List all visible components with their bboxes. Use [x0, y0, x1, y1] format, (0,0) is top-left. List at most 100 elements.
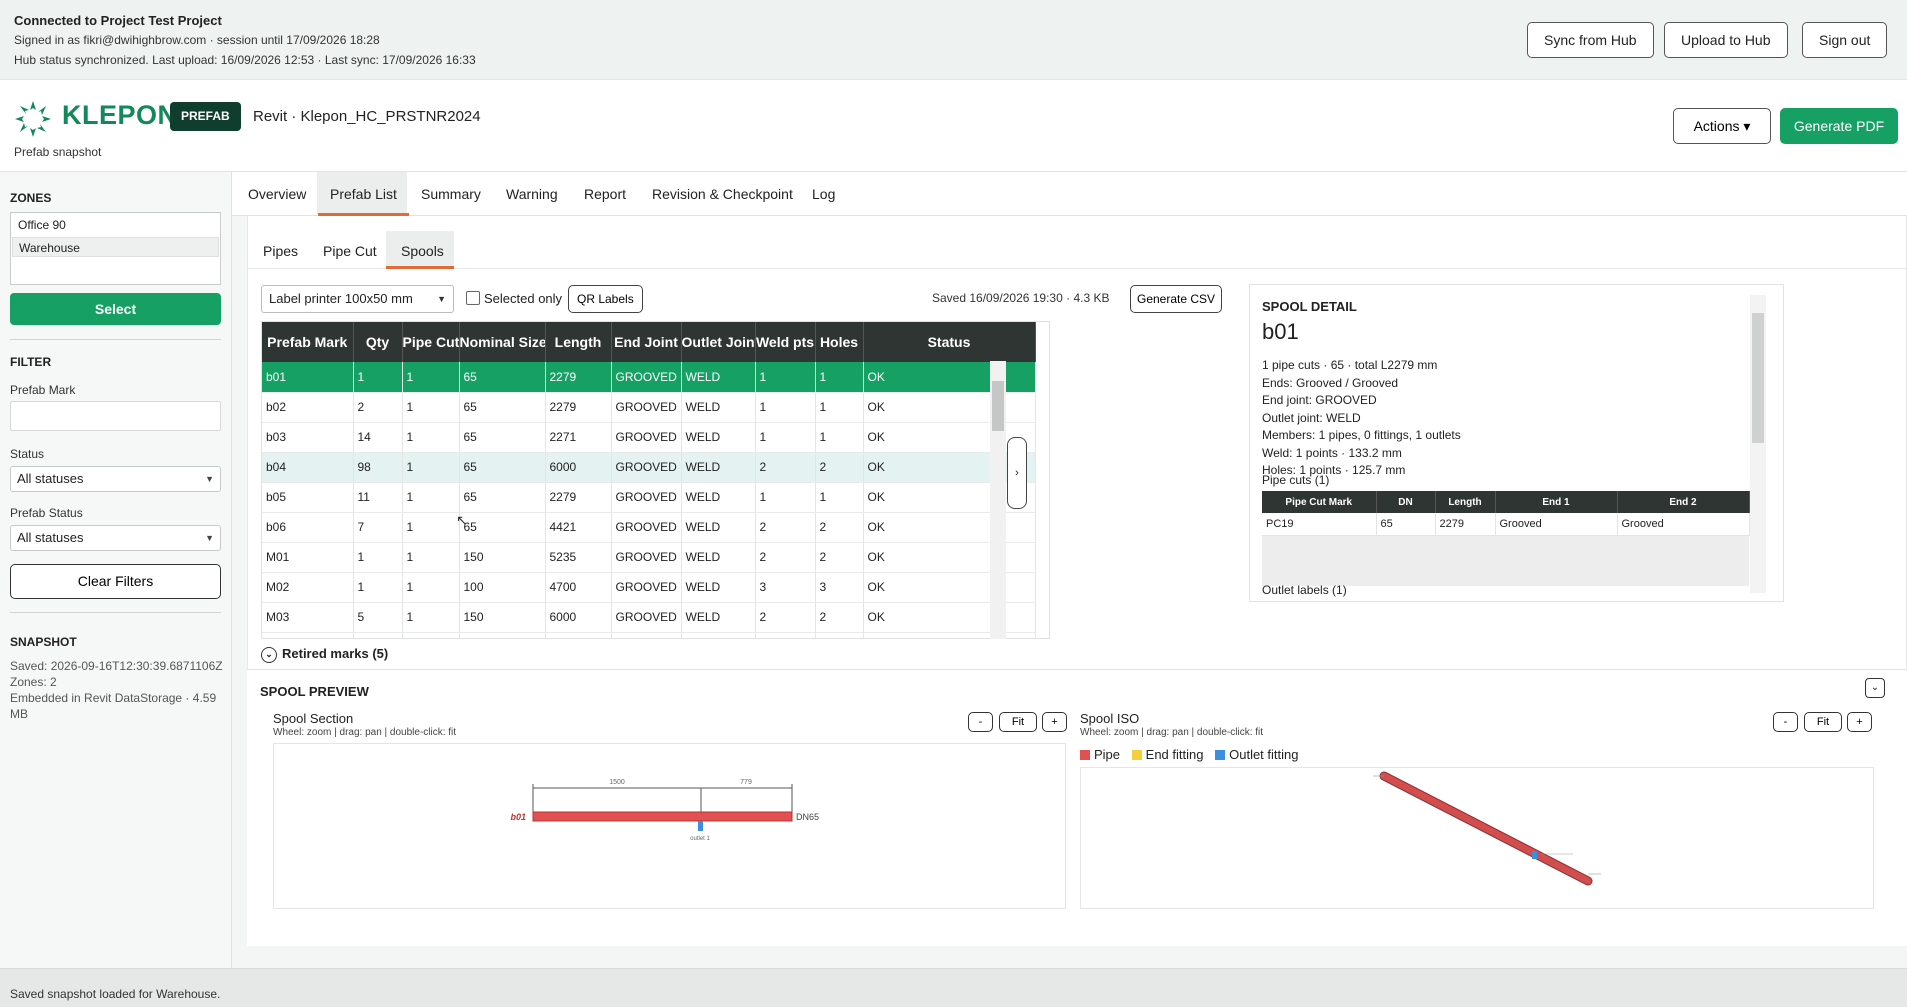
legend-swatch — [1080, 750, 1090, 760]
table-cell: 1 — [815, 362, 864, 393]
table-cell: WELD — [681, 632, 756, 638]
col-qty[interactable]: Qty — [353, 322, 403, 362]
expand-detail-button[interactable]: › — [1007, 437, 1027, 509]
prefab-status-label: Prefab Status — [10, 506, 83, 520]
iso-outlet-fitting[interactable] — [1532, 851, 1537, 859]
snapshot-heading: SNAPSHOT — [10, 635, 77, 649]
legend-item-pipe: Pipe — [1080, 747, 1120, 762]
snapshot-storage: Embedded in Revit DataStorage · 4.59 MB — [10, 691, 217, 721]
table-cell: 1 — [353, 362, 403, 393]
iso-zoom-in-button[interactable]: + — [1847, 712, 1872, 732]
section-view-hint: Wheel: zoom | drag: pan | double-click: … — [273, 727, 457, 738]
subtab-pipe-cut[interactable]: Pipe Cut — [323, 243, 377, 259]
summary-line: Weld: 1 points · 133.2 mm — [1262, 445, 1402, 460]
col-outlet-joint[interactable]: Outlet Joint — [681, 322, 756, 362]
scrollbar-thumb[interactable] — [1752, 313, 1764, 443]
table-row[interactable]: M02 1 1 100 4700 GROOVED WELD 3 3 OK — [262, 572, 1036, 603]
status-select-value: All statuses — [17, 471, 84, 486]
retired-marks-toggle[interactable]: ⌄ Retired marks (5) — [261, 646, 388, 663]
divider — [10, 339, 221, 340]
status-select[interactable]: All statuses ▼ — [10, 466, 221, 492]
zone-item[interactable]: Warehouse — [12, 237, 219, 257]
table-cell: GROOVED — [611, 542, 682, 573]
selected-only-checkbox[interactable] — [466, 291, 480, 305]
actions-button[interactable]: Actions ▾ — [1673, 108, 1771, 144]
scrollbar-thumb[interactable] — [992, 381, 1004, 431]
outlet-fitting[interactable] — [698, 821, 703, 831]
section-canvas[interactable]: 1500 779 b01 DN65 outlet 1 — [273, 743, 1066, 909]
status-message: Saved snapshot loaded for Warehouse. — [10, 987, 221, 1001]
subtab-pipes[interactable]: Pipes — [263, 243, 298, 259]
generate-pdf-button[interactable]: Generate PDF — [1780, 108, 1898, 144]
table-cell: 3 — [815, 572, 864, 603]
col-nominal-size[interactable]: Nominal Size — [459, 322, 546, 362]
tab-report[interactable]: Report — [584, 186, 626, 202]
table-row[interactable]: M03 5 1 150 6000 GROOVED WELD 2 2 OK — [262, 602, 1036, 633]
table-row[interactable]: b05 11 1 65 2279 GROOVED WELD 1 1 OK — [262, 482, 1036, 513]
table-cell: OK — [863, 392, 1036, 423]
iso-zoom-out-button[interactable]: - — [1773, 712, 1798, 732]
tab-warning[interactable]: Warning — [506, 186, 558, 202]
section-drawing[interactable]: 1500 779 b01 DN65 outlet 1 — [274, 744, 1067, 910]
section-fit-button[interactable]: Fit — [999, 712, 1037, 732]
col-length[interactable]: Length — [545, 322, 612, 362]
table-row[interactable]: b02 2 1 65 2279 GROOVED WELD 1 1 OK — [262, 392, 1036, 423]
iso-fit-button[interactable]: Fit — [1804, 712, 1842, 732]
table-cell: 2271 — [545, 422, 612, 453]
table-row[interactable]: b03 14 1 65 2271 GROOVED WELD 1 1 OK — [262, 422, 1036, 453]
iso-drawing[interactable] — [1081, 768, 1875, 910]
tab-prefab-list[interactable]: Prefab List — [318, 186, 409, 216]
clear-filters-button[interactable]: Clear Filters — [10, 564, 221, 599]
table-cell: 1 — [755, 362, 816, 393]
table-cell: b06 — [262, 512, 354, 543]
col-prefab-mark[interactable]: Prefab Mark — [262, 322, 354, 362]
tab-log[interactable]: Log — [812, 186, 835, 202]
col-end-joint[interactable]: End Joint — [611, 322, 682, 362]
generate-csv-button[interactable]: Generate CSV — [1130, 285, 1223, 313]
zone-item[interactable]: Office 90 — [12, 215, 219, 235]
sidebar: ZONES Office 90 Warehouse Select FILTER … — [0, 172, 232, 968]
table-cell: 2 — [815, 452, 864, 483]
zone-list[interactable]: Office 90 Warehouse — [10, 212, 221, 285]
table-row[interactable]: b01 1 1 65 2279 GROOVED WELD 1 1 OK — [262, 362, 1036, 393]
iso-canvas[interactable] — [1080, 767, 1874, 909]
table-cell: 1 — [815, 392, 864, 423]
prefab-status-select[interactable]: All statuses ▼ — [10, 525, 221, 551]
subtab-spools[interactable]: Spools — [401, 243, 444, 259]
brand-name: KLEPON — [62, 100, 178, 130]
prefab-mark-input[interactable] — [10, 401, 221, 431]
table-row[interactable]: b04 98 1 65 6000 GROOVED WELD 2 2 OK — [262, 452, 1036, 483]
spool-preview-title: SPOOL PREVIEW — [260, 684, 369, 699]
table-row[interactable]: M04511006000GROOVEDWELD22OK — [262, 632, 1036, 638]
section-zoom-in-button[interactable]: + — [1042, 712, 1067, 732]
detail-scrollbar[interactable] — [1750, 295, 1766, 593]
pipe-segment[interactable] — [532, 811, 793, 822]
tab-summary[interactable]: Summary — [421, 186, 481, 202]
sync-from-hub-button[interactable]: Sync from Hub — [1527, 22, 1654, 58]
table-cell: 2279 — [545, 392, 612, 423]
qr-labels-button[interactable]: QR Labels — [568, 285, 643, 313]
table-row[interactable]: b06 7 1 65 4421 GROOVED WELD 2 2 OK — [262, 512, 1036, 543]
table-cell: 1 — [402, 542, 460, 573]
upload-to-hub-button[interactable]: Upload to Hub — [1664, 22, 1788, 58]
status-bar: Connected to Project Test Project Signed… — [0, 0, 1907, 80]
section-view-title: Spool Section — [273, 711, 354, 726]
iso-pipe[interactable] — [1380, 772, 1592, 885]
tab-revision-checkpoint[interactable]: Revision & Checkpoint — [652, 186, 793, 202]
tab-overview[interactable]: Overview — [248, 186, 306, 202]
col-weld-pts[interactable]: Weld pts — [755, 322, 816, 362]
table-cell: b04 — [262, 452, 354, 483]
select-zone-button[interactable]: Select — [10, 293, 221, 325]
col-status[interactable]: Status — [863, 322, 1036, 362]
table-row[interactable]: M01 1 1 150 5235 GROOVED WELD 2 2 OK — [262, 542, 1036, 573]
table-row[interactable]: PC19 65 2279 Grooved Grooved — [1262, 513, 1750, 536]
col-holes[interactable]: Holes — [815, 322, 864, 362]
sign-out-button[interactable]: Sign out — [1802, 22, 1888, 58]
col-pipe-cut[interactable]: Pipe Cut — [402, 322, 460, 362]
label-printer-select[interactable]: Label printer 100x50 mm ▼ — [261, 285, 454, 313]
col-end-2: End 2 — [1617, 491, 1750, 513]
section-zoom-out-button[interactable]: - — [968, 712, 993, 732]
iso-view-title: Spool ISO — [1080, 711, 1140, 726]
collapse-preview-button[interactable]: ⌄ — [1865, 678, 1885, 698]
table-scrollbar[interactable] — [990, 361, 1006, 639]
